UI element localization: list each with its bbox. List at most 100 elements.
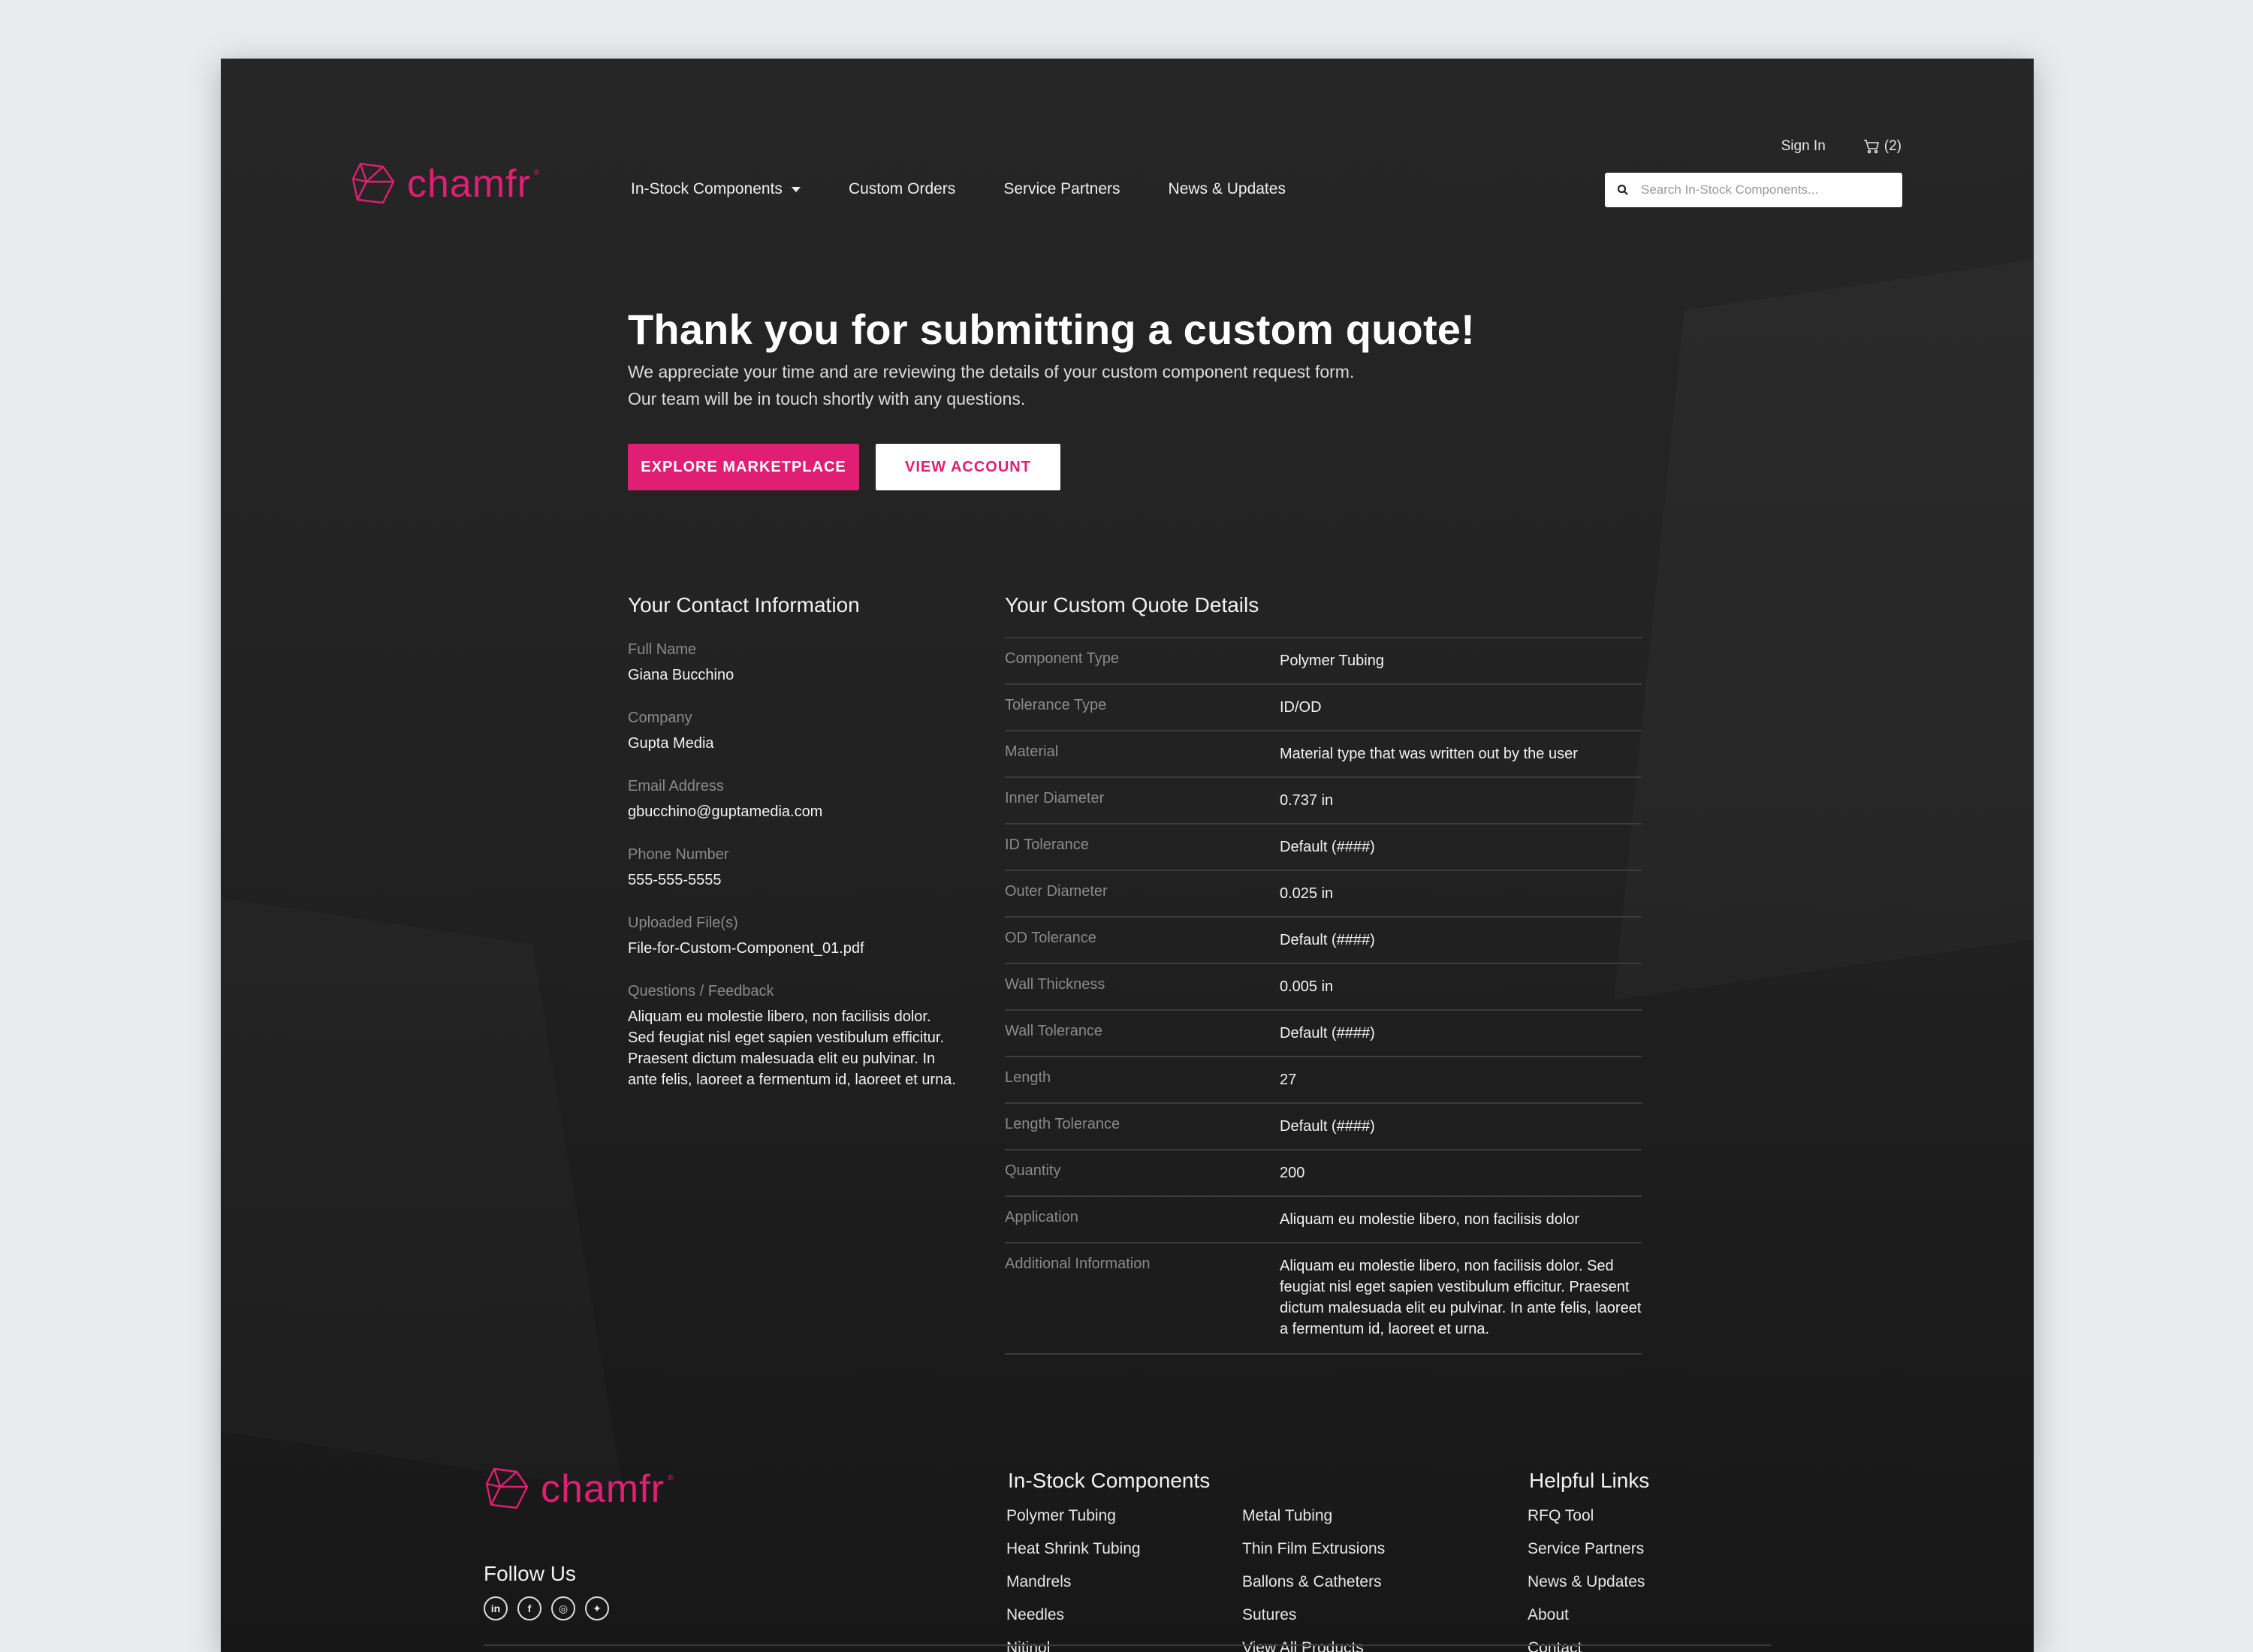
hero-line-2: Our team will be in touch shortly with a… <box>628 389 1026 408</box>
explore-marketplace-button[interactable]: EXPLORE MARKETPLACE <box>628 444 859 490</box>
feedback-field: Questions / Feedback Aliquam eu molestie… <box>628 983 958 1090</box>
nav-item-label: In-Stock Components <box>631 180 783 197</box>
footer-link[interactable]: News & Updates <box>1528 1573 1645 1590</box>
cart-icon <box>1863 140 1879 154</box>
field-value: 555-555-5555 <box>628 872 722 888</box>
field-value: gbucchino@guptamedia.com <box>628 803 823 820</box>
facebook-icon[interactable]: f <box>517 1596 541 1620</box>
table-row: Quantity 200 <box>1005 1150 1642 1197</box>
utility-bar: Sign In (2) <box>1781 138 1902 155</box>
row-value: Aliquam eu molestie libero, non facilisi… <box>1280 1258 1642 1337</box>
row-label: Component Type <box>1005 650 1119 667</box>
field-label: Phone Number <box>628 846 729 863</box>
page-frame: Sign In (2) chamfr ® In-Stock Components… <box>221 59 2034 1652</box>
row-value: Default (####) <box>1280 1118 1375 1135</box>
field-label: Email Address <box>628 778 724 794</box>
chamfr-logo-icon <box>351 162 395 204</box>
email-field: Email Address gbucchino@guptamedia.com <box>628 778 958 822</box>
table-row: Outer Diameter 0.025 in <box>1005 871 1642 918</box>
footer-link[interactable]: Polymer Tubing <box>1006 1507 1141 1524</box>
row-value: 0.025 in <box>1280 885 1334 902</box>
twitter-icon[interactable]: ✦ <box>585 1596 609 1620</box>
table-row: Wall Thickness 0.005 in <box>1005 964 1642 1011</box>
row-value: 0.737 in <box>1280 792 1334 809</box>
row-label: Length Tolerance <box>1005 1116 1120 1132</box>
row-label: Additional Information <box>1005 1256 1151 1272</box>
footer-components-list-2: Metal Tubing Thin Film Extrusions Ballon… <box>1242 1507 1385 1652</box>
row-label: OD Tolerance <box>1005 930 1096 946</box>
table-row: Material Material type that was written o… <box>1005 731 1642 778</box>
nav-item-label: News & Updates <box>1168 180 1286 197</box>
hero-line-1: We appreciate your time and are reviewin… <box>628 362 1355 381</box>
table-row: OD Tolerance Default (####) <box>1005 918 1642 964</box>
table-row: Length 27 <box>1005 1057 1642 1104</box>
footer-link[interactable]: About <box>1528 1606 1645 1623</box>
footer-link[interactable]: Needles <box>1006 1606 1141 1623</box>
table-row: ID Tolerance Default (####) <box>1005 824 1642 871</box>
field-label: Full Name <box>628 641 697 658</box>
chamfr-logo-icon <box>485 1467 529 1509</box>
footer-components-list-1: Polymer Tubing Heat Shrink Tubing Mandre… <box>1006 1507 1141 1652</box>
sign-in-link[interactable]: Sign In <box>1781 138 1826 155</box>
row-value: 200 <box>1280 1165 1305 1181</box>
search-icon <box>1617 184 1628 195</box>
company-field: Company Gupta Media <box>628 710 958 754</box>
footer-divider <box>484 1644 1771 1646</box>
quote-section-title: Your Custom Quote Details <box>1005 593 1259 616</box>
main-nav: In-Stock Components Custom Orders Servic… <box>631 180 1286 198</box>
footer-link[interactable]: Service Partners <box>1528 1540 1645 1557</box>
row-label: Wall Thickness <box>1005 976 1105 993</box>
table-row: Additional Information Aliquam eu molesti… <box>1005 1244 1642 1355</box>
view-account-button[interactable]: VIEW ACCOUNT <box>876 444 1060 490</box>
follow-us-heading: Follow Us <box>484 1562 576 1585</box>
search-input[interactable] <box>1641 182 1889 197</box>
hero-actions: EXPLORE MARKETPLACE VIEW ACCOUNT <box>628 444 1475 490</box>
row-value: Default (####) <box>1280 1025 1375 1042</box>
linkedin-icon[interactable]: in <box>484 1596 508 1620</box>
background-shape <box>1614 243 2034 999</box>
search-box <box>1605 173 1902 207</box>
footer-link[interactable]: Thin Film Extrusions <box>1242 1540 1385 1557</box>
nav-item-label: Service Partners <box>1003 180 1120 197</box>
field-value: Giana Bucchino <box>628 667 734 683</box>
row-label: Outer Diameter <box>1005 883 1108 900</box>
cart-button[interactable]: (2) <box>1863 138 1902 155</box>
row-label: Inner Diameter <box>1005 790 1105 806</box>
field-label: Uploaded File(s) <box>628 915 738 931</box>
row-value: Default (####) <box>1280 932 1375 948</box>
footer-link[interactable]: Ballons & Catheters <box>1242 1573 1385 1590</box>
uploaded-files-field: Uploaded File(s) File-for-Custom-Compone… <box>628 915 958 959</box>
footer-link[interactable]: Sutures <box>1242 1606 1385 1623</box>
registered-mark: ® <box>533 168 540 177</box>
field-label: Company <box>628 710 692 726</box>
cart-count: (2) <box>1884 138 1902 154</box>
row-label: Material <box>1005 743 1059 760</box>
table-row: Inner Diameter 0.737 in <box>1005 778 1642 824</box>
footer-link[interactable]: Mandrels <box>1006 1573 1141 1590</box>
nav-item-news-updates[interactable]: News & Updates <box>1169 180 1286 198</box>
table-row: Wall Tolerance Default (####) <box>1005 1011 1642 1057</box>
row-label: Wall Tolerance <box>1005 1023 1103 1039</box>
footer-link[interactable]: RFQ Tool <box>1528 1507 1645 1524</box>
instagram-icon[interactable]: ◎ <box>551 1596 575 1620</box>
uploaded-file-link[interactable]: File-for-Custom-Component_01.pdf <box>628 938 958 959</box>
logo-wordmark: chamfr <box>407 162 531 206</box>
footer-link[interactable]: Heat Shrink Tubing <box>1006 1540 1141 1557</box>
nav-item-service-partners[interactable]: Service Partners <box>1003 180 1120 198</box>
background-shape <box>221 879 623 1492</box>
header-logo[interactable]: chamfr ® <box>350 161 539 207</box>
row-value: 0.005 in <box>1280 978 1334 995</box>
footer-link[interactable]: Metal Tubing <box>1242 1507 1385 1524</box>
nav-item-label: Custom Orders <box>848 180 956 197</box>
footer-logo[interactable]: chamfr ® <box>484 1466 673 1512</box>
nav-item-custom-orders[interactable]: Custom Orders <box>849 180 955 198</box>
quote-details-table: Component Type Polymer Tubing Tolerance T… <box>1005 637 1642 1355</box>
row-label: Length <box>1005 1069 1051 1086</box>
page-title: Thank you for submitting a custom quote! <box>628 306 1475 353</box>
row-value: Aliquam eu molestie libero, non facilisi… <box>1280 1211 1580 1228</box>
contact-information: Your Contact Information Full Name Giana… <box>628 593 958 1090</box>
nav-item-in-stock-components[interactable]: In-Stock Components <box>631 180 801 198</box>
footer-components-title: In-Stock Components <box>1008 1469 1211 1492</box>
contact-section-title: Your Contact Information <box>628 593 860 616</box>
row-value: Polymer Tubing <box>1280 653 1384 669</box>
